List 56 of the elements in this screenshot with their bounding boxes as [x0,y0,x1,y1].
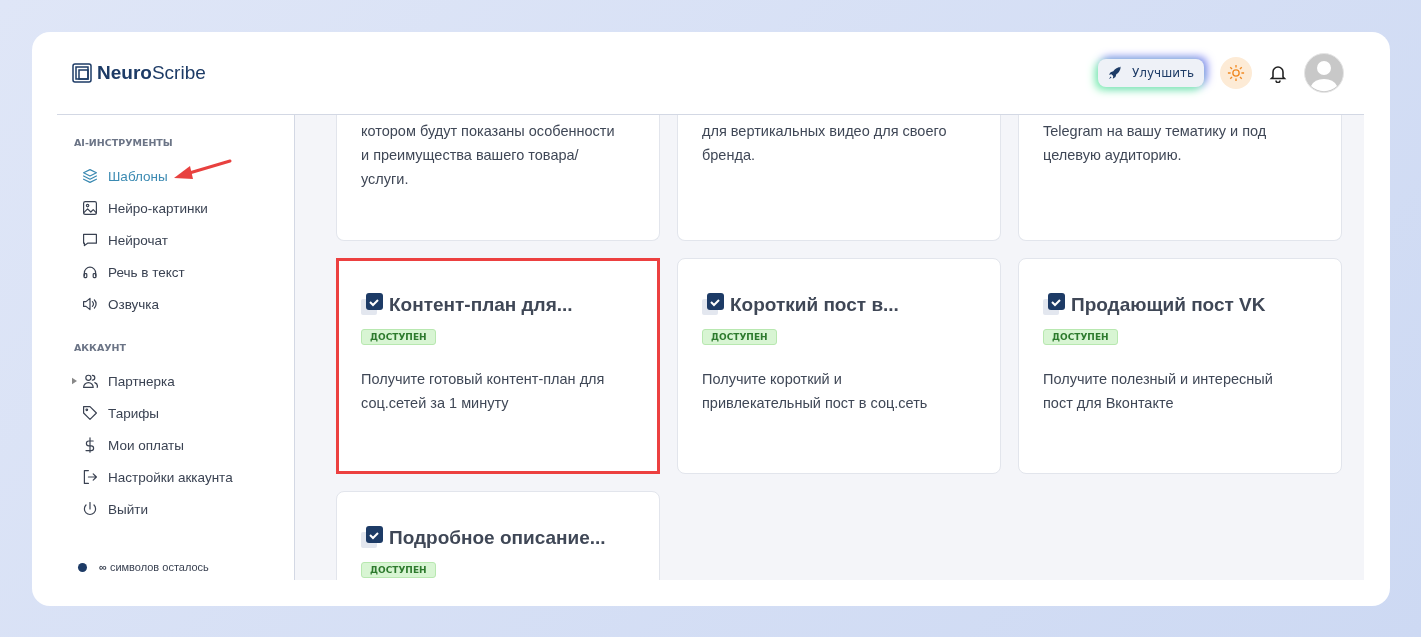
card-description: Получите полезный и интересный пост для Вконтакте [1043,370,1274,413]
template-card[interactable]: Контент-план для... ДОСТУПЕН Получите готовый контент-план для соц.сетей за 1 минуту [336,258,660,474]
template-card[interactable]: Продающий пост VK ДОСТУПЕН Получите полезный и интересный пост для Вконтакте [1018,258,1342,474]
theme-toggle-button[interactable] [1220,57,1252,89]
template-card[interactable]: Короткий пост в... ДОСТУПЕН Получите короткий и привлекательный пост в соц.сеть [677,258,1001,474]
status-badge: ДОСТУПЕН [361,329,436,345]
status-badge: ДОСТУПЕН [702,329,777,345]
menu-icon [82,501,98,517]
card-description: Получите короткий и привлекательный пост в соц.сеть [702,370,929,413]
sidebar-item[interactable]: Нейрочат [82,232,168,248]
symbols-left-text: ∞ символов осталось [99,561,209,573]
card-title: Подробное описание... [389,527,606,549]
template-card[interactable]: Подробное описание... ДОСТУПЕН [336,491,660,580]
menu-icon [82,296,98,312]
menu-icon [82,232,98,248]
logo-text[interactable]: NeuroScribe [97,62,206,84]
logo-icon [72,63,92,83]
template-card[interactable]: для вертикальных видео для своего бренда. [677,115,1001,241]
section-heading: АККАУНТ [74,342,127,353]
sidebar-item[interactable]: Тарифы [82,405,159,421]
caret-icon[interactable] [72,377,77,385]
menu-icon [82,469,98,485]
template-card[interactable]: Telegram на вашу тематику и под целевую аудиторию. [1018,115,1342,241]
checkbox-icon [1043,293,1065,317]
sidebar-item[interactable]: Нейро-картинки [82,200,208,216]
checkbox-icon [361,293,383,317]
sidebar-item[interactable]: Мои оплаты [82,437,184,453]
template-card[interactable]: котором будут показаны особенности и преимущества вашего товара/услуги. [336,115,660,241]
card-description: для вертикальных видео для своего бренда. [702,122,948,165]
sidebar-item[interactable]: Партнерка [82,373,175,389]
sidebar-item[interactable]: Шаблоны [82,168,168,184]
sun-icon [1227,64,1245,82]
status-badge: ДОСТУПЕН [361,562,436,578]
rocket-icon [1108,66,1122,80]
checkbox-icon [361,526,383,550]
section-heading: AI-ИНСТРУМЕНТЫ [74,137,174,148]
menu-icon [82,264,98,280]
checkbox-icon [702,293,724,317]
menu-icon [82,373,98,389]
upgrade-button[interactable]: Улучшить [1098,59,1204,87]
card-description: котором будут показаны особенности и преимущества вашего товара/услуги. [361,122,616,189]
card-title: Короткий пост в... [730,294,899,316]
sidebar-item[interactable]: Настройки аккаунта [82,469,233,485]
sidebar-item[interactable]: Выйти [82,501,148,517]
bell-icon[interactable] [1268,63,1288,83]
sidebar-item[interactable]: Речь в текст [82,264,185,280]
menu-icon [82,405,98,421]
menu-icon [82,200,98,216]
card-title: Продающий пост VK [1071,294,1266,316]
status-dot [78,562,87,572]
card-description: Получите готовый контент-план для соц.сетей за 1 минуту [361,370,606,413]
card-title: Контент-план для... [389,294,573,316]
status-badge: ДОСТУПЕН [1043,329,1118,345]
sidebar-item[interactable]: Озвучка [82,296,160,312]
card-description: Telegram на вашу тематику и под целевую аудиторию. [1043,122,1268,165]
menu-icon [82,168,98,184]
